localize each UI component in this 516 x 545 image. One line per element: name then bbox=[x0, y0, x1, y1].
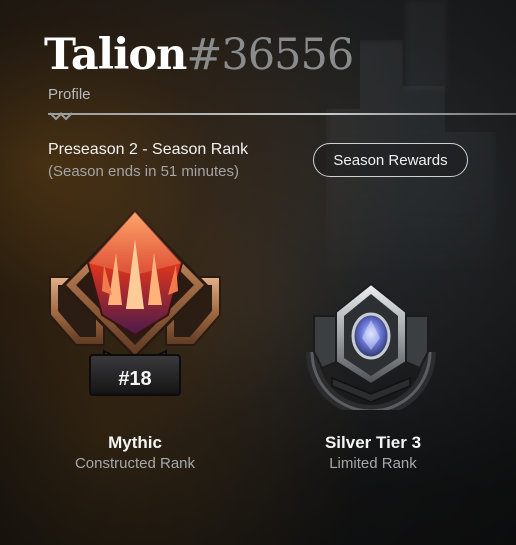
constructed-rank-tier: Mythic bbox=[108, 433, 162, 452]
silver-rank-icon bbox=[306, 282, 436, 410]
limited-rank-label: Limited Rank bbox=[329, 455, 417, 472]
divider-ornament-icon bbox=[50, 112, 73, 121]
constructed-rank-label: Constructed Rank bbox=[74, 455, 196, 472]
player-tag: #36556 bbox=[186, 30, 354, 80]
page-subtitle: Profile bbox=[48, 86, 91, 103]
season-title: Preseason 2 - Season Rank bbox=[48, 141, 249, 158]
season-rewards-button[interactable]: Season Rewards bbox=[313, 143, 468, 177]
limited-rank-tier: Silver Tier 3 bbox=[324, 433, 422, 452]
header-divider bbox=[48, 113, 516, 115]
season-countdown: (Season ends in 51 minutes) bbox=[48, 163, 239, 180]
player-name: Talion bbox=[44, 30, 187, 80]
player-name-heading: Talion#36556 bbox=[44, 34, 354, 77]
mythic-rank-position: #18 bbox=[118, 368, 152, 390]
